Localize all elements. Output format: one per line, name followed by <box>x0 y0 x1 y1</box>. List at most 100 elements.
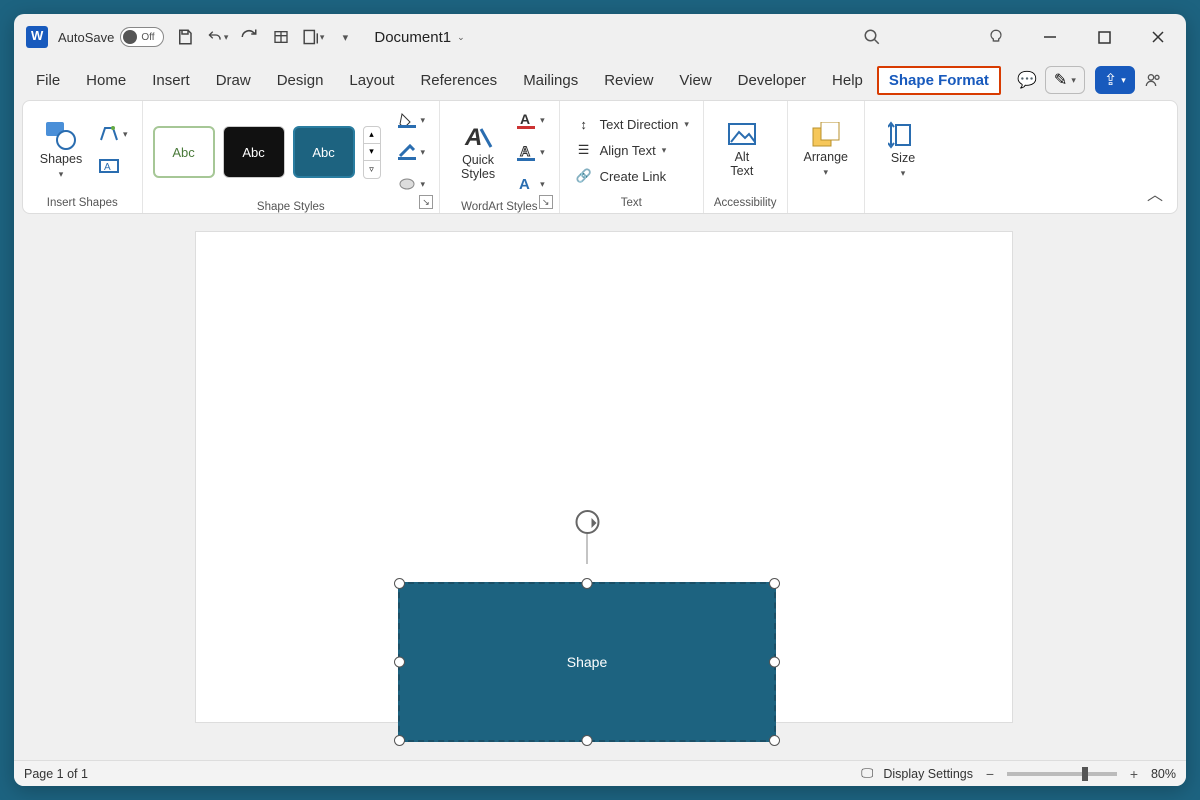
ribbon-collapse: ︿ <box>1133 101 1177 213</box>
qat-icon-2[interactable]: ▾ <box>302 26 324 48</box>
text-box-button[interactable]: A <box>95 153 132 179</box>
editing-mode-button[interactable]: ✎▾ <box>1045 66 1085 94</box>
resize-handle-b[interactable] <box>582 735 593 746</box>
arrange-label: Arrange <box>804 150 848 164</box>
close-button[interactable] <box>1136 22 1180 52</box>
shape-fill-button[interactable]: ▾ <box>393 107 430 133</box>
toggle-knob <box>123 30 137 44</box>
undo-icon[interactable]: ▾ <box>206 26 228 48</box>
quick-styles-label: Quick Styles <box>461 153 495 182</box>
resize-handle-br[interactable] <box>769 735 780 746</box>
shape-outline-icon <box>397 143 417 161</box>
zoom-slider[interactable] <box>1007 772 1117 776</box>
share-button[interactable]: ⇪▾ <box>1095 66 1135 94</box>
resize-handle-l[interactable] <box>394 657 405 668</box>
text-fill-button[interactable]: A▾ <box>512 107 549 133</box>
collapse-ribbon-icon[interactable]: ︿ <box>1147 181 1163 205</box>
selected-shape[interactable]: Shape <box>398 582 776 742</box>
chevron-down-icon: ⌄ <box>457 32 465 43</box>
gallery-down-icon[interactable]: ▾ <box>364 144 380 161</box>
zoom-thumb[interactable] <box>1082 767 1088 781</box>
gallery-up-icon[interactable]: ▴ <box>364 127 380 144</box>
group-shape-styles: Abc Abc Abc ▴ ▾ ▿ ▾ ▾ ▾ Shape Styles ↘ <box>143 101 441 213</box>
autosave-state: Off <box>141 32 154 43</box>
tab-home[interactable]: Home <box>74 66 138 95</box>
document-workspace[interactable]: Shape <box>14 214 1186 760</box>
edit-shape-button[interactable]: ▾ <box>95 121 132 147</box>
arrange-button[interactable]: Arrange ▾ <box>798 120 854 179</box>
tab-file[interactable]: File <box>24 66 72 95</box>
tab-developer[interactable]: Developer <box>726 66 818 95</box>
tab-help[interactable]: Help <box>820 66 875 95</box>
svg-text:A: A <box>519 176 530 193</box>
rectangle-shape[interactable]: Shape <box>398 582 776 742</box>
tab-review[interactable]: Review <box>592 66 665 95</box>
page-indicator[interactable]: Page 1 of 1 <box>24 767 88 781</box>
tab-mailings[interactable]: Mailings <box>511 66 590 95</box>
qat-icon-1[interactable] <box>270 26 292 48</box>
group-insert-shapes: Shapes ▾ ▾ A Insert Shapes <box>23 101 143 213</box>
tab-references[interactable]: References <box>408 66 509 95</box>
style-swatch-2[interactable]: Abc <box>223 126 285 178</box>
svg-text:A: A <box>104 162 111 173</box>
align-text-button[interactable]: ☰ Align Text▾ <box>570 139 671 161</box>
style-swatch-1[interactable]: Abc <box>153 126 215 178</box>
text-effects-button[interactable]: A▾ <box>512 171 549 197</box>
qat-overflow-icon[interactable]: ▾ <box>334 26 356 48</box>
comments-icon[interactable]: 💬 <box>1019 72 1035 88</box>
group-label-text: Text <box>570 193 693 211</box>
tab-design[interactable]: Design <box>265 66 336 95</box>
redo-icon[interactable] <box>238 26 260 48</box>
tab-draw[interactable]: Draw <box>204 66 263 95</box>
text-outline-button[interactable]: A▾ <box>512 139 549 165</box>
tab-shape-format[interactable]: Shape Format <box>877 66 1001 95</box>
gallery-more-icon[interactable]: ▿ <box>364 161 380 178</box>
edit-shape-icon <box>99 125 119 143</box>
size-label: Size <box>891 151 915 165</box>
display-settings-button[interactable]: Display Settings <box>883 767 973 781</box>
group-label-size <box>875 193 931 211</box>
size-button[interactable]: Size ▾ <box>875 119 931 180</box>
zoom-level[interactable]: 80% <box>1151 767 1176 781</box>
text-direction-button[interactable]: ↕ Text Direction▾ <box>570 113 693 135</box>
resize-handle-t[interactable] <box>582 578 593 589</box>
tab-layout[interactable]: Layout <box>337 66 406 95</box>
save-icon[interactable] <box>174 26 196 48</box>
resize-handle-r[interactable] <box>769 657 780 668</box>
style-swatch-3[interactable]: Abc <box>293 126 355 178</box>
zoom-out-button[interactable]: − <box>983 766 997 782</box>
share-icon: ⇪ <box>1104 70 1117 90</box>
group-arrange: Arrange ▾ <box>788 101 865 213</box>
wordart-launcher[interactable]: ↘ <box>539 195 553 209</box>
shape-styles-launcher[interactable]: ↘ <box>419 195 433 209</box>
shape-style-gallery[interactable]: Abc Abc Abc ▴ ▾ ▿ <box>153 126 381 179</box>
maximize-button[interactable] <box>1082 22 1126 52</box>
autosave-control[interactable]: AutoSave Off <box>58 27 164 47</box>
zoom-in-button[interactable]: + <box>1127 766 1141 782</box>
group-label-accessibility: Accessibility <box>714 193 777 211</box>
alt-text-button[interactable]: Alt Text <box>714 120 770 181</box>
rotate-knob-icon[interactable] <box>575 510 599 534</box>
minimize-button[interactable] <box>1028 22 1072 52</box>
account-icon[interactable] <box>1145 72 1161 88</box>
rotate-handle[interactable] <box>587 534 588 564</box>
shape-outline-button[interactable]: ▾ <box>393 139 430 165</box>
display-settings-icon[interactable]: 🖵 <box>861 766 873 781</box>
resize-handle-bl[interactable] <box>394 735 405 746</box>
text-outline-icon: A <box>516 143 536 161</box>
create-link-button[interactable]: 🔗 Create Link <box>570 165 670 187</box>
shape-text[interactable]: Shape <box>567 654 607 670</box>
shapes-button[interactable]: Shapes ▾ <box>33 118 89 181</box>
tab-view[interactable]: View <box>667 66 723 95</box>
shape-effects-button[interactable]: ▾ <box>393 171 430 197</box>
resize-handle-tr[interactable] <box>769 578 780 589</box>
document-title[interactable]: Document1 ⌄ <box>374 29 464 46</box>
lightbulb-icon[interactable] <box>974 22 1018 52</box>
quick-styles-button[interactable]: A Quick Styles <box>450 121 506 184</box>
resize-handle-tl[interactable] <box>394 578 405 589</box>
search-icon[interactable] <box>850 22 894 52</box>
autosave-toggle[interactable]: Off <box>120 27 164 47</box>
document-name: Document1 <box>374 29 451 46</box>
group-label-arrange <box>798 193 854 211</box>
tab-insert[interactable]: Insert <box>140 66 202 95</box>
